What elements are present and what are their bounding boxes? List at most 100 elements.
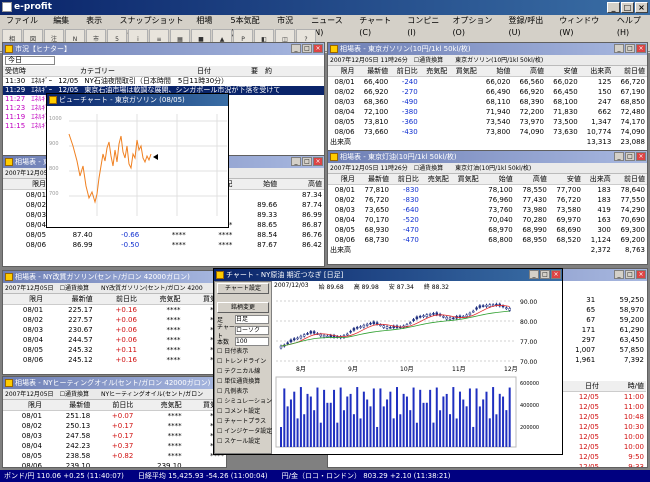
table-row[interactable]: 67 59,200 bbox=[556, 315, 646, 325]
table-row[interactable]: 08/04242.23+0.37******** bbox=[3, 441, 226, 451]
news-row[interactable]: 12/05 10:30 bbox=[556, 422, 646, 432]
news-window-title[interactable]: 市況【ヒナター】 _ □ × bbox=[3, 43, 324, 55]
table-row[interactable]: 65 58,970 bbox=[556, 305, 646, 315]
menu-item[interactable]: 5本気配(M) bbox=[231, 15, 270, 37]
menu-item[interactable]: コンピニ(I) bbox=[407, 15, 444, 37]
view-chart-title[interactable]: ビューチャート - 東京ガソリン (08/05) bbox=[47, 94, 228, 106]
nyheat-window-title[interactable]: 相場表 - NYヒーティングオイル(セント/ガロン 42000ガロン) bbox=[3, 377, 226, 389]
column-header[interactable]: 最新値 bbox=[45, 294, 95, 305]
table-row[interactable]: 08/02 66,920 -270 66,490 66,920 66,450 150 67,1… bbox=[328, 87, 647, 97]
column-header[interactable]: 限月 bbox=[328, 174, 357, 185]
table-row[interactable]: 31 59,250 bbox=[556, 295, 646, 305]
table-row[interactable]: 08/03247.58+0.17******** bbox=[3, 431, 226, 441]
menu-item[interactable]: 編集(E) bbox=[53, 15, 78, 37]
window-close-button[interactable]: × bbox=[313, 157, 323, 166]
window-max-button[interactable]: □ bbox=[625, 44, 635, 53]
chart-option-checkbox[interactable]: ☐ トレンドライン bbox=[215, 357, 271, 367]
table-row[interactable]: 08/06245.12+0.16******** bbox=[3, 355, 226, 365]
column-header[interactable]: 前日値 bbox=[613, 66, 647, 77]
column-header[interactable]: 日付 bbox=[195, 66, 249, 77]
table-row[interactable]: 08/06 239.10 239.10 bbox=[3, 461, 226, 468]
chart-option-checkbox[interactable]: ☐ 日付表示 bbox=[215, 347, 271, 357]
kerosene2-window-title[interactable]: 相場表 - 東京灯油(10円/1kl 50kl/枚) _ □ × bbox=[328, 151, 647, 163]
menu-item[interactable]: 相場(Q) bbox=[196, 15, 222, 37]
column-header[interactable]: 安値 bbox=[548, 174, 583, 185]
table-row[interactable]: 08/05 238.58 +0.82 **** **** bbox=[3, 451, 226, 461]
news-row[interactable]: 12/05 10:00 bbox=[556, 432, 646, 442]
news-filter-select[interactable]: 今日 bbox=[5, 56, 55, 65]
chart-option-checkbox[interactable]: ☐ 凡例表示 bbox=[215, 387, 271, 397]
nygas-window-title[interactable]: 相場表 - NY改質ガソリン(セント/ガロン 42000ガロン) bbox=[3, 271, 226, 283]
column-header[interactable]: 高値 bbox=[512, 66, 547, 77]
column-header[interactable]: 高値 bbox=[514, 174, 549, 185]
table-row[interactable]: 08/06 68,730 -470 68,800 68,950 68,520 1,124 69… bbox=[328, 235, 647, 245]
column-header[interactable]: 高値 bbox=[279, 179, 324, 190]
menu-item[interactable]: ヘルプ(H) bbox=[617, 15, 650, 37]
column-header[interactable]: 時/値 bbox=[601, 381, 646, 392]
column-header[interactable]: 前日比 bbox=[94, 294, 139, 305]
gasoline-window-title[interactable]: 相場表 - 東京ガソリン(10円/1kl 50kl/枚) _ □ × bbox=[328, 43, 647, 55]
table-row[interactable]: 08/01 66,400 -240 66,020 66,560 66,020 125 66,7… bbox=[328, 77, 647, 87]
window-close-button[interactable]: × bbox=[551, 270, 561, 279]
table-row[interactable]: 08/01251.18+0.07******** bbox=[3, 411, 226, 421]
window-close-button[interactable]: × bbox=[636, 270, 646, 279]
table-row[interactable]: 08/04 72,100 -380 71,940 72,200 71,830 662 72,4… bbox=[328, 107, 647, 117]
table-row[interactable]: 08/05 68,930 -470 68,970 68,990 68,690 300 69,3… bbox=[328, 225, 647, 235]
maximize-button[interactable]: □ bbox=[621, 2, 634, 13]
table-row[interactable]: 08/02227.57+0.06******** bbox=[3, 315, 226, 325]
column-header[interactable]: 出来高 bbox=[582, 174, 613, 185]
column-header[interactable]: 最新値 bbox=[356, 66, 391, 77]
chart-option-select[interactable]: 100 bbox=[235, 337, 269, 346]
column-header[interactable]: 前日値 bbox=[612, 174, 647, 185]
menu-item[interactable]: ウィンドウ(W) bbox=[559, 15, 609, 37]
chart-option-select[interactable]: ローソク bbox=[235, 326, 269, 335]
window-max-button[interactable]: □ bbox=[302, 44, 312, 53]
menu-item[interactable]: チャート(C) bbox=[359, 15, 399, 37]
column-header[interactable]: 出来高 bbox=[579, 66, 614, 77]
window-min-button[interactable]: _ bbox=[614, 44, 624, 53]
table-row[interactable]: 08/03 68,360 -490 68,110 68,390 68,100 247 68,8… bbox=[328, 97, 647, 107]
table-row[interactable]: 08/04 70,170 -520 70,040 70,280 69,970 163 70,6… bbox=[328, 215, 647, 225]
column-header[interactable]: カテゴリー bbox=[78, 66, 195, 77]
column-header[interactable]: 限月 bbox=[3, 400, 44, 411]
table-row[interactable]: 08/05245.32+0.11******** bbox=[3, 345, 226, 355]
window-min-button[interactable]: _ bbox=[291, 44, 301, 53]
chart-option-checkbox[interactable]: ☐ テクニカル線 bbox=[215, 367, 271, 377]
column-header[interactable]: 前日比 bbox=[92, 400, 136, 411]
table-row[interactable]: 08/01225.17+0.16******** bbox=[3, 305, 226, 315]
table-row[interactable]: 08/05 87.40 -0.66 **** **** 88.54 86.76 bbox=[3, 230, 324, 240]
table-row[interactable]: 08/06 86.99 -0.50 **** **** 87.67 86.42 bbox=[3, 240, 324, 250]
column-header[interactable]: 始値 bbox=[480, 174, 515, 185]
column-header[interactable]: 売気配 bbox=[138, 294, 183, 305]
news-row[interactable]: 12/05 11:00 bbox=[556, 392, 646, 402]
window-min-button[interactable]: _ bbox=[291, 157, 301, 166]
window-max-button[interactable]: □ bbox=[302, 157, 312, 166]
close-button[interactable]: × bbox=[635, 2, 648, 13]
table-row[interactable]: 08/01 77,810 -830 78,100 78,550 77,700 183 78,6… bbox=[328, 185, 647, 195]
window-close-button[interactable]: × bbox=[636, 152, 646, 161]
window-max-button[interactable]: □ bbox=[625, 152, 635, 161]
column-header[interactable]: 最新値 bbox=[356, 174, 391, 185]
window-close-button[interactable]: × bbox=[636, 44, 646, 53]
column-header[interactable]: 始値 bbox=[478, 66, 513, 77]
chart-option-select[interactable]: 日足 bbox=[235, 315, 269, 324]
table-row[interactable]: 297 63,450 bbox=[556, 335, 646, 345]
menu-item[interactable]: オプション(O) bbox=[452, 15, 500, 37]
menu-item[interactable]: 表示(V) bbox=[86, 15, 111, 37]
menu-item[interactable]: ファイル(F) bbox=[6, 15, 45, 37]
column-header[interactable]: 買気配 bbox=[450, 174, 481, 185]
news-row[interactable]: 12/05 10:00 bbox=[556, 442, 646, 452]
menu-item[interactable]: 登録/呼出(U) bbox=[509, 15, 552, 37]
news-row[interactable]: 12/05 10:48 bbox=[556, 412, 646, 422]
chart-option-checkbox[interactable]: ☐ チャートプラス bbox=[215, 417, 271, 427]
chart-window-title[interactable]: チャート - NY原油 期近つなぎ [日足] _ □ × bbox=[214, 269, 562, 281]
column-header[interactable]: 受信時 bbox=[3, 66, 78, 77]
change-symbol-button[interactable]: 銘柄変更 bbox=[217, 302, 269, 313]
column-header[interactable]: 安値 bbox=[546, 66, 580, 77]
column-header[interactable]: 売気配 bbox=[420, 174, 451, 185]
table-row[interactable]: 08/03 73,650 -640 73,760 73,980 73,580 419 74,2… bbox=[328, 205, 647, 215]
window-max-button[interactable]: □ bbox=[625, 270, 635, 279]
chart-option-checkbox[interactable]: ☐ 単位通貨換算 bbox=[215, 377, 271, 387]
table-row[interactable]: 1,961 7,392 bbox=[556, 355, 646, 365]
table-row[interactable]: 08/04244.57+0.06******** bbox=[3, 335, 226, 345]
